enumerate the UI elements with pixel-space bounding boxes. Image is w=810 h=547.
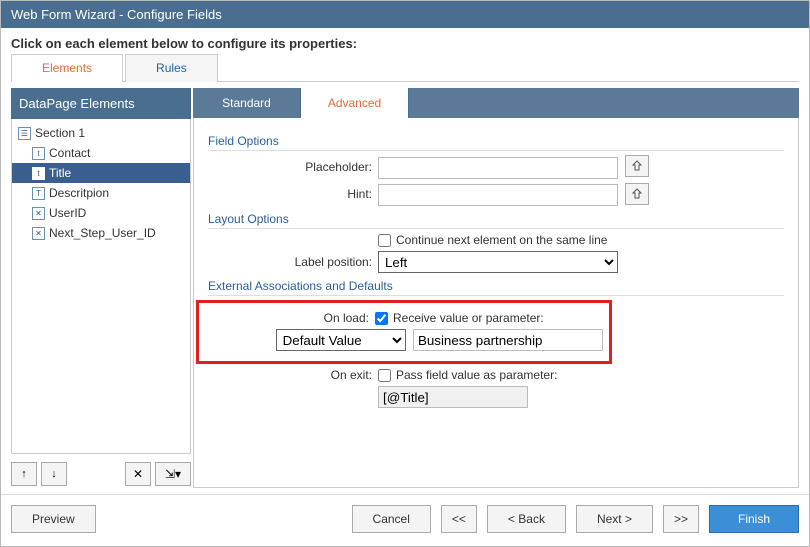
pass-value-checkbox[interactable] xyxy=(378,369,391,382)
arrow-up-icon: ↑ xyxy=(21,469,27,480)
field-type-icon: ✕ xyxy=(32,227,45,240)
picker-icon xyxy=(631,160,643,172)
row-placeholder: Placeholder: xyxy=(208,155,784,179)
tree-node-descritpion[interactable]: T Descritpion xyxy=(12,183,190,203)
row-exit-param xyxy=(208,386,784,408)
tree-node-label: Contact xyxy=(49,146,90,160)
label-pass-value: Pass field value as parameter: xyxy=(396,368,557,382)
on-load-group: On load: Receive value or parameter: Def… xyxy=(208,300,784,364)
highlight-box: On load: Receive value or parameter: Def… xyxy=(196,300,612,364)
hint-input[interactable] xyxy=(378,184,618,206)
footer: Preview Cancel << < Back Next > >> Finis… xyxy=(1,494,809,543)
row-on-exit: On exit: Pass field value as parameter: xyxy=(208,368,784,382)
label-label-position: Label position: xyxy=(208,255,378,269)
last-button[interactable]: >> xyxy=(663,505,699,533)
form-area: Field Options Placeholder: Hint: xyxy=(193,118,799,488)
tree-node-contact[interactable]: t Contact xyxy=(12,143,190,163)
section-layout-options: Layout Options xyxy=(208,212,784,229)
left-pane-header: DataPage Elements xyxy=(11,88,191,119)
tree-node-section-1[interactable]: ☰ Section 1 xyxy=(12,123,190,143)
next-button[interactable]: Next > xyxy=(576,505,653,533)
move-down-button[interactable]: ↓ xyxy=(41,462,67,486)
placeholder-input[interactable] xyxy=(378,157,618,179)
left-pane: DataPage Elements ☰ Section 1 t Contact t Tit… xyxy=(11,88,191,488)
tree-node-userid[interactable]: ✕ UserID xyxy=(12,203,190,223)
first-button[interactable]: << xyxy=(441,505,477,533)
label-continue-same-line: Continue next element on the same line xyxy=(396,233,607,247)
tree-toolbar: ↑ ↓ ✕ ⇲▾ xyxy=(11,460,191,488)
row-hint: Hint: xyxy=(208,183,784,207)
field-type-icon: t xyxy=(32,147,45,160)
row-continue-same-line: Continue next element on the same line xyxy=(208,233,784,247)
field-type-icon: ✕ xyxy=(32,207,45,220)
instruction-text: Click on each element below to configure… xyxy=(1,28,809,53)
preview-button[interactable]: Preview xyxy=(11,505,96,533)
insert-button[interactable]: ⇲▾ xyxy=(155,462,191,486)
label-position-select[interactable]: Left xyxy=(378,251,618,273)
main-area: DataPage Elements ☰ Section 1 t Contact t Tit… xyxy=(11,88,799,488)
label-placeholder: Placeholder: xyxy=(208,160,378,174)
insert-icon: ⇲▾ xyxy=(165,467,181,481)
row-label-position: Label position: Left xyxy=(208,251,784,273)
placeholder-picker-button[interactable] xyxy=(625,155,649,177)
section-field-options: Field Options xyxy=(208,134,784,151)
row-on-load: On load: Receive value or parameter: xyxy=(211,311,603,325)
picker-icon xyxy=(631,188,643,200)
field-type-icon: ☰ xyxy=(18,127,31,140)
arrow-down-icon: ↓ xyxy=(51,469,57,480)
tab-standard[interactable]: Standard xyxy=(193,88,301,118)
tab-advanced[interactable]: Advanced xyxy=(301,88,409,118)
hint-picker-button[interactable] xyxy=(625,183,649,205)
field-type-icon: T xyxy=(32,187,45,200)
tree-node-label: Next_Step_User_ID xyxy=(49,226,156,240)
element-tree: ☰ Section 1 t Contact t Title T Descritpion ✕ Use… xyxy=(11,119,191,454)
finish-button[interactable]: Finish xyxy=(709,505,799,533)
tree-node-label: UserID xyxy=(49,206,86,220)
field-type-icon: t xyxy=(32,167,45,180)
exit-param-input[interactable] xyxy=(378,386,528,408)
tree-node-label: Title xyxy=(49,166,71,180)
close-icon: ✕ xyxy=(133,467,143,481)
move-up-button[interactable]: ↑ xyxy=(11,462,37,486)
delete-button[interactable]: ✕ xyxy=(125,462,151,486)
tree-node-label: Section 1 xyxy=(35,126,85,140)
onload-source-select[interactable]: Default Value xyxy=(276,329,406,351)
top-tabs: Elements Rules xyxy=(11,53,799,82)
inner-tabs: Standard Advanced xyxy=(193,88,799,118)
row-default-value: Default Value xyxy=(211,329,603,351)
tree-node-label: Descritpion xyxy=(49,186,109,200)
onload-value-input[interactable] xyxy=(413,329,603,351)
label-receive-value: Receive value or parameter: xyxy=(393,311,544,325)
receive-value-checkbox[interactable] xyxy=(375,312,388,325)
label-on-load: On load: xyxy=(211,311,375,325)
title-bar: Web Form Wizard - Configure Fields xyxy=(1,1,809,28)
title-text: Web Form Wizard - Configure Fields xyxy=(11,7,222,22)
continue-same-line-checkbox[interactable] xyxy=(378,234,391,247)
tab-rules[interactable]: Rules xyxy=(125,54,218,82)
label-on-exit: On exit: xyxy=(208,368,378,382)
back-button[interactable]: < Back xyxy=(487,505,566,533)
right-pane: Standard Advanced Field Options Placehol… xyxy=(193,88,799,488)
cancel-button[interactable]: Cancel xyxy=(352,505,431,533)
tab-elements[interactable]: Elements xyxy=(11,54,123,82)
section-external: External Associations and Defaults xyxy=(208,279,784,296)
tree-node-next-step-user-id[interactable]: ✕ Next_Step_User_ID xyxy=(12,223,190,243)
tree-node-title[interactable]: t Title xyxy=(12,163,190,183)
label-hint: Hint: xyxy=(208,187,378,201)
